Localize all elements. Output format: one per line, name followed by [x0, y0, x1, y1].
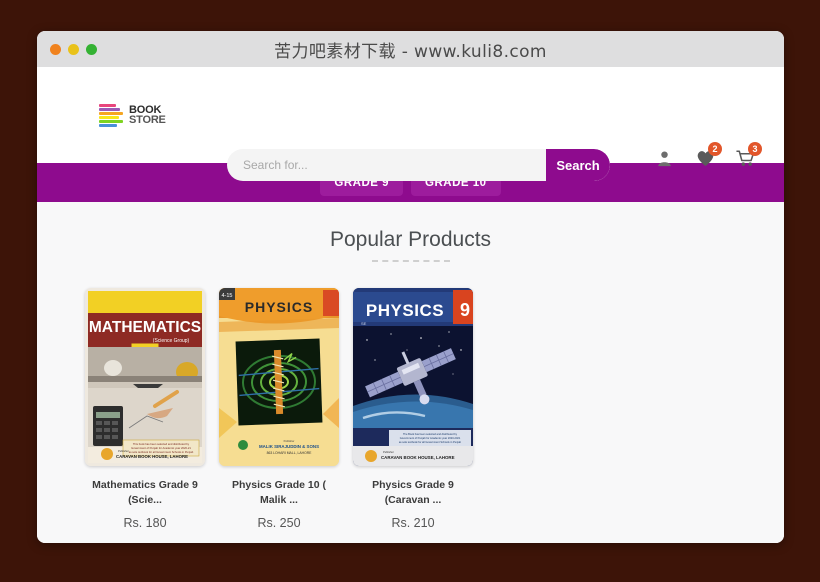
svg-text:Publisher: Publisher: [383, 450, 394, 454]
main-content: Popular Products MATHEMATICS (Science Gr…: [37, 202, 784, 543]
svg-text:4-15: 4-15: [221, 293, 232, 299]
product-card[interactable]: 4-15 PHYSICS: [219, 288, 339, 530]
product-price: Rs. 180: [85, 516, 205, 530]
svg-text:This book has been selected an: This book has been selected and distribu…: [133, 442, 190, 446]
svg-text:PHYSICS: PHYSICS: [245, 299, 313, 315]
logo-line-2: STORE: [129, 115, 166, 125]
svg-text:The Book has been selected and: The Book has been selected and distribut…: [403, 432, 458, 436]
user-icon[interactable]: [656, 149, 674, 169]
svg-text:CARAVAN BOOK HOUSE, LAHORE: CARAVAN BOOK HOUSE, LAHORE: [381, 455, 455, 460]
cart-badge: 3: [748, 142, 762, 156]
product-card[interactable]: PHYSICS 9 SE: [353, 288, 473, 530]
browser-window: 苦力吧素材下载 - www.kuli8.com BOOK STORE Searc…: [37, 31, 784, 543]
svg-text:9: 9: [460, 300, 470, 320]
heart-badge: 2: [708, 142, 722, 156]
svg-text:MALIK SIRAJUDDIN & SONS: MALIK SIRAJUDDIN & SONS: [259, 444, 319, 449]
product-title[interactable]: Mathematics Grade 9 (Scie...: [85, 478, 205, 508]
svg-text:MATHEMATICS: MATHEMATICS: [89, 319, 201, 336]
product-price: Rs. 210: [353, 516, 473, 530]
section-divider: [372, 260, 450, 262]
window-title: 苦力吧素材下载 - www.kuli8.com: [37, 37, 784, 62]
product-title[interactable]: Physics Grade 9 (Caravan ...: [353, 478, 473, 508]
svg-text:SE: SE: [361, 321, 367, 326]
site-logo[interactable]: BOOK STORE: [59, 103, 209, 127]
search-button[interactable]: Search: [546, 149, 610, 181]
svg-text:CARAVAN BOOK HOUSE, LAHORE: CARAVAN BOOK HOUSE, LAHORE: [116, 454, 188, 459]
search-input[interactable]: [227, 149, 546, 181]
page-title: Popular Products: [37, 228, 784, 252]
svg-text:as sole textbook for all Gover: as sole textbook for all Government Scho…: [399, 440, 462, 444]
svg-text:Publisher: Publisher: [118, 449, 129, 453]
product-grid: MATHEMATICS (Science Group) 9: [37, 288, 784, 530]
window-titlebar: 苦力吧素材下载 - www.kuli8.com: [37, 31, 784, 67]
svg-text:PHYSICS: PHYSICS: [366, 301, 444, 320]
cart-icon[interactable]: 3: [736, 149, 754, 169]
site-header: BOOK STORE Search 2: [37, 67, 784, 163]
logo-text: BOOK STORE: [129, 105, 166, 125]
product-card[interactable]: MATHEMATICS (Science Group) 9: [85, 288, 205, 530]
product-cover-mathematics-grade-9[interactable]: MATHEMATICS (Science Group) 9: [85, 288, 205, 466]
product-price: Rs. 250: [219, 516, 339, 530]
svg-text:Government of Punjab for Acade: Government of Punjab for Academic year 2…: [131, 446, 191, 450]
header-icon-group: 2 3: [656, 149, 754, 169]
svg-text:Publisher: Publisher: [284, 439, 295, 443]
product-cover-physics-grade-9[interactable]: PHYSICS 9 SE: [353, 288, 473, 466]
heart-icon[interactable]: 2: [696, 149, 714, 169]
product-cover-physics-grade-10[interactable]: 4-15 PHYSICS: [219, 288, 339, 466]
books-icon: [99, 103, 125, 127]
svg-text:Government of Punjab for Acade: Government of Punjab for Academic year 2…: [400, 436, 461, 440]
product-title[interactable]: Physics Grade 10 ( Malik ...: [219, 478, 339, 508]
search-bar: Search: [227, 149, 610, 181]
svg-text:863 LOHARI MALL, LAHORE: 863 LOHARI MALL, LAHORE: [267, 451, 313, 455]
